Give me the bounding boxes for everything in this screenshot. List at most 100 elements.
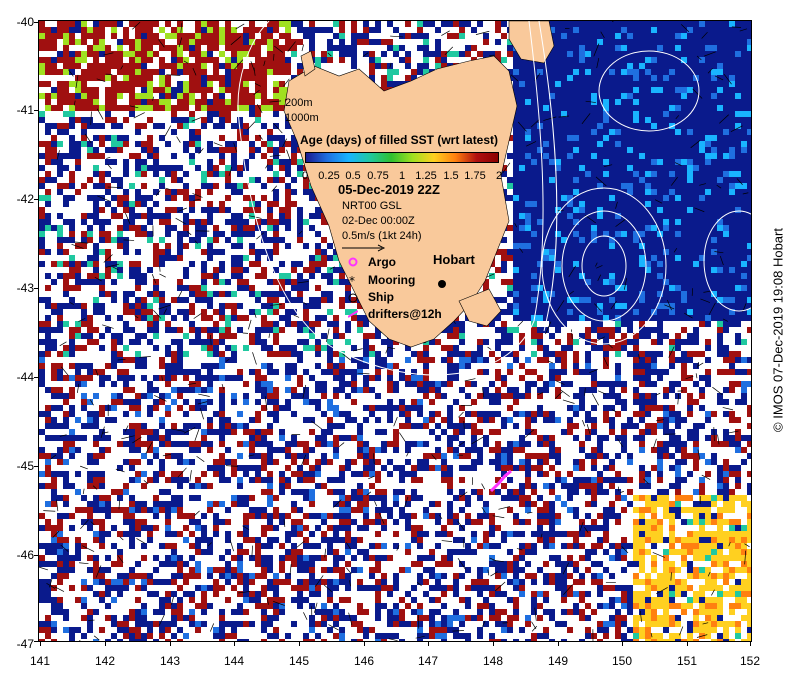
sst-age-cell xyxy=(603,177,609,183)
sst-age-cell xyxy=(663,369,669,375)
sst-age-cell xyxy=(117,141,123,147)
sst-age-cell xyxy=(741,93,747,99)
sst-age-cell xyxy=(621,63,627,69)
sst-age-cell xyxy=(525,309,531,315)
sst-age-cell xyxy=(81,141,87,147)
sst-age-cell xyxy=(699,141,705,147)
sst-age-cell xyxy=(135,51,141,57)
sst-age-cell xyxy=(237,45,243,51)
sst-age-cell xyxy=(687,123,693,129)
sst-age-cell xyxy=(633,315,639,321)
sst-age-cell xyxy=(717,237,723,243)
sst-age-cell xyxy=(201,225,207,231)
sst-age-cell xyxy=(207,369,213,375)
sst-age-cell xyxy=(519,147,525,153)
sst-age-cell xyxy=(213,291,219,297)
sst-age-cell xyxy=(729,315,735,321)
sst-age-cell xyxy=(489,381,495,387)
sst-age-cell xyxy=(663,291,669,297)
sst-age-cell xyxy=(93,87,99,93)
sst-age-cell xyxy=(525,195,531,201)
sst-age-cell xyxy=(51,279,57,285)
sst-age-cell xyxy=(489,393,495,399)
sst-age-cell xyxy=(453,363,459,369)
sst-age-cell xyxy=(261,345,267,351)
sst-age-cell xyxy=(579,117,585,123)
sst-age-cell xyxy=(591,321,597,327)
sst-age-cell xyxy=(291,285,297,291)
sst-age-cell xyxy=(645,51,651,57)
sst-age-cell xyxy=(573,105,579,111)
sst-age-cell xyxy=(657,27,663,33)
sst-age-cell xyxy=(531,129,537,135)
sst-age-cell xyxy=(741,117,747,123)
sst-age-cell xyxy=(69,99,75,105)
sst-age-cell xyxy=(153,387,159,393)
sst-age-cell xyxy=(231,69,237,75)
sst-age-cell xyxy=(735,27,741,33)
sst-age-cell xyxy=(567,57,573,63)
sst-age-cell xyxy=(597,27,603,33)
sst-age-cell xyxy=(735,237,741,243)
sst-age-cell xyxy=(237,375,243,381)
sst-age-cell xyxy=(615,87,621,93)
sst-age-cell xyxy=(177,123,183,129)
sst-age-cell xyxy=(621,147,627,153)
sst-age-cell xyxy=(291,189,297,195)
sst-age-cell xyxy=(747,177,751,183)
sst-age-cell xyxy=(225,33,231,39)
sst-age-cell xyxy=(555,39,561,45)
sst-age-cell xyxy=(297,27,303,33)
sst-age-cell xyxy=(465,351,471,357)
sst-age-cell xyxy=(327,351,333,357)
sst-age-cell xyxy=(657,309,663,315)
sst-age-cell xyxy=(585,33,591,39)
sst-age-cell xyxy=(669,135,675,141)
sst-age-cell xyxy=(525,225,531,231)
sst-age-cell xyxy=(231,45,237,51)
sst-age-cell xyxy=(627,165,633,171)
sst-age-cell xyxy=(699,117,705,123)
sst-age-cell xyxy=(447,21,453,27)
sst-age-cell xyxy=(267,129,273,135)
sst-age-cell xyxy=(177,117,183,123)
sst-age-cell xyxy=(609,255,615,261)
sst-age-cell xyxy=(81,231,87,237)
sst-age-cell xyxy=(573,183,579,189)
sst-age-cell xyxy=(387,363,393,369)
sst-age-cell xyxy=(237,315,243,321)
sst-age-cell xyxy=(291,363,297,369)
sst-age-cell xyxy=(177,105,183,111)
sst-age-cell xyxy=(51,45,57,51)
sst-age-cell xyxy=(63,351,69,357)
sst-age-cell xyxy=(549,129,555,135)
sst-age-cell xyxy=(597,219,603,225)
sst-age-cell xyxy=(561,141,567,147)
sst-age-cell xyxy=(675,255,681,261)
sst-age-cell xyxy=(357,363,363,369)
sst-age-cell xyxy=(297,219,303,225)
sst-age-cell xyxy=(741,87,747,93)
sst-age-cell xyxy=(225,21,231,27)
sst-age-cell xyxy=(327,27,333,33)
sst-age-cell xyxy=(645,165,651,171)
sst-age-cell xyxy=(51,57,57,63)
sst-age-cell xyxy=(165,189,171,195)
sst-age-cell xyxy=(273,219,279,225)
sst-age-cell xyxy=(663,183,669,189)
sst-age-cell xyxy=(141,105,147,111)
sst-age-cell xyxy=(129,225,135,231)
sst-age-cell xyxy=(543,135,549,141)
sst-age-cell xyxy=(213,21,219,27)
sst-age-cell xyxy=(705,261,711,267)
sst-age-cell xyxy=(177,99,183,105)
sst-age-cell xyxy=(603,345,609,351)
sst-age-cell xyxy=(171,27,177,33)
sst-age-cell xyxy=(633,387,639,393)
sst-age-cell xyxy=(669,93,675,99)
sst-age-cell xyxy=(63,201,69,207)
sst-age-cell xyxy=(609,261,615,267)
sst-age-cell xyxy=(57,231,63,237)
sst-age-cell xyxy=(615,63,621,69)
sst-age-cell xyxy=(585,351,591,357)
